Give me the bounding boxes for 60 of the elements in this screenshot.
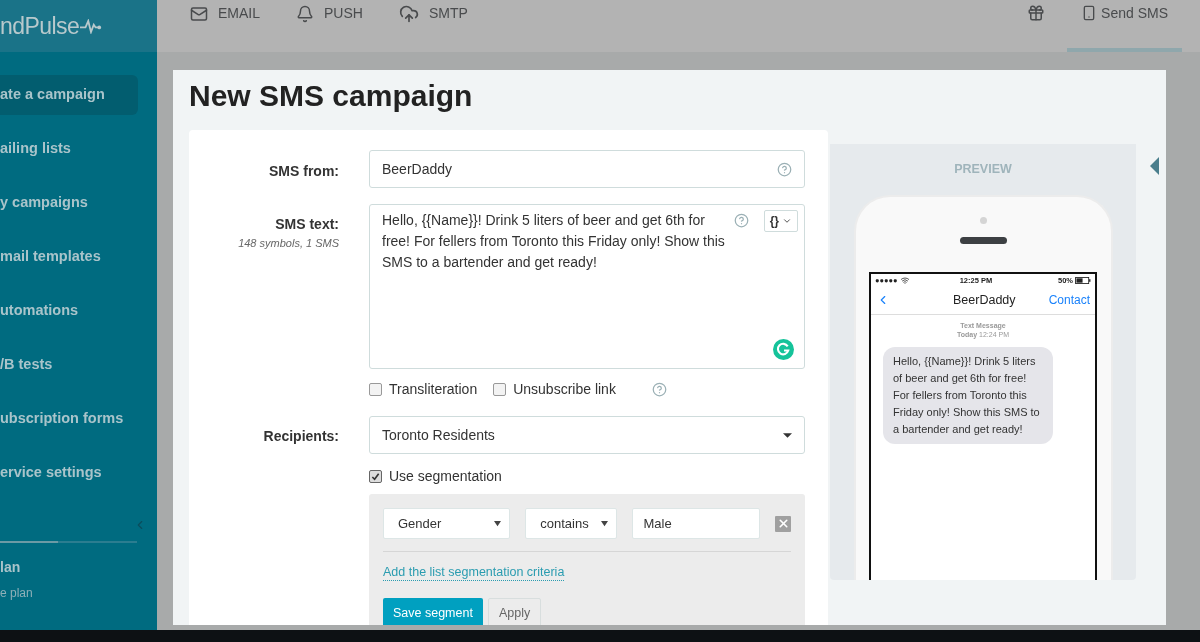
checkbox-label[interactable]: Unsubscribe link	[513, 379, 616, 400]
add-criteria-link[interactable]: Add the list segmentation criteria	[383, 565, 565, 581]
help-icon[interactable]	[777, 161, 792, 177]
sidebar-item[interactable]: ubscription forms	[0, 399, 138, 439]
pulse-icon	[80, 18, 103, 34]
caret-icon	[494, 520, 502, 527]
modal-title: New SMS campaign	[189, 78, 474, 114]
sender-field[interactable]: BeerDaddy	[369, 150, 805, 188]
checkbox[interactable]	[369, 383, 382, 396]
sidebar-item[interactable]: ervice settings	[0, 453, 138, 493]
recipients-select[interactable]: Toronto Residents	[369, 416, 805, 454]
checkbox-label[interactable]: Transliteration	[389, 379, 478, 400]
contact-link[interactable]: Contact	[1048, 291, 1090, 310]
grammar-check-icon[interactable]	[773, 339, 794, 360]
character-count: 148 symbols, 1 SMS	[238, 236, 339, 251]
cloud-upload-icon	[398, 3, 419, 24]
checkbox[interactable]	[493, 383, 507, 396]
send-sms-tab[interactable]: Send SMS	[1067, 3, 1182, 52]
field-select[interactable]: Gender	[383, 508, 511, 539]
message-textarea[interactable]: Hello, {{Name}}! Drink 5 liters of beer and get 6th for free! For fellers from Toronto this Friday only! Show this SMS to a bartender and get ready! {}	[369, 204, 805, 369]
field-label: SMS from:	[268, 162, 339, 181]
field-label: Recipients:	[262, 427, 339, 446]
speaker-icon	[959, 236, 1007, 244]
wifi-icon	[899, 275, 910, 285]
caret-icon	[783, 432, 792, 438]
nav-tab[interactable]: EMAIL	[190, 3, 260, 24]
contact-name: BeerDaddy	[953, 291, 1016, 309]
checkbox-label[interactable]: Use segmentation	[389, 465, 502, 487]
field-label: SMS text:	[275, 215, 339, 234]
help-icon[interactable]	[651, 382, 667, 397]
operator-select[interactable]: contains	[525, 508, 618, 539]
sidebar-item[interactable]: utomations	[0, 291, 138, 331]
plan-title: lan	[0, 558, 22, 577]
nav-tab[interactable]: PUSH	[296, 3, 363, 24]
camera-icon	[979, 216, 987, 224]
remove-button[interactable]	[775, 515, 791, 532]
value-field[interactable]: Male	[632, 508, 761, 539]
save-segment-button[interactable]: Save segment	[383, 598, 483, 625]
variables-button[interactable]: {}	[763, 210, 798, 232]
caret-icon	[601, 520, 609, 527]
caret-icon	[782, 216, 792, 226]
help-icon[interactable]	[734, 213, 749, 228]
sidebar-item[interactable]: mail templates	[0, 237, 138, 277]
gift-icon[interactable]	[1027, 4, 1046, 22]
sidebar-item[interactable]: y campaigns	[0, 183, 138, 223]
battery-icon	[1075, 276, 1091, 284]
collapse-preview-icon[interactable]	[1150, 156, 1159, 176]
sidebar-item[interactable]: /B tests	[0, 345, 138, 385]
envelope-icon	[190, 4, 208, 23]
bell-icon	[296, 4, 314, 23]
message-bubble: Hello, {{Name}}! Drink 5 liters of beer and get 6th for free! For fellers from Toronto this Friday only! Show this SMS to a bartender and get ready!	[883, 346, 1053, 444]
preview-title: PREVIEW	[954, 161, 1012, 178]
sidebar-item[interactable]: ailing lists	[0, 129, 138, 169]
message-text: Hello, {{Name}}! Drink 5 liters of beer and get 6th for free! For fellers from Toronto this Friday only! Show this SMS to a bartender and get ready!	[382, 211, 726, 272]
close-icon	[776, 517, 790, 530]
plan-subtitle: e plan	[0, 585, 34, 602]
nav-tab[interactable]: SMTP	[398, 3, 468, 24]
sidebar-item[interactable]: ate a campaign	[0, 75, 138, 115]
apply-button[interactable]: Apply	[487, 598, 542, 625]
checkbox[interactable]	[369, 469, 382, 483]
